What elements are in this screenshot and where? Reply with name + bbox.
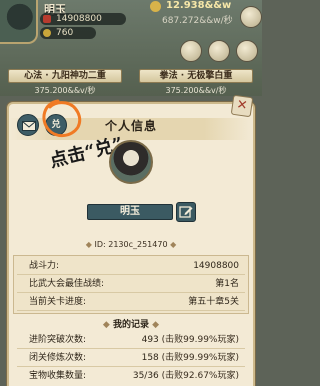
hud-jade: 760 [40, 27, 96, 39]
hud-gold: 12.938&&w [150, 0, 231, 12]
player-id-line: ◆ ID: 2130c_251470 ◆ [0, 240, 262, 249]
record-value: 158 [141, 353, 159, 363]
records-title: ◆ 我的记录 ◆ [0, 317, 262, 330]
record-percentile: (击败99.99%玩家) [161, 353, 239, 363]
record-percentile: (击败92.67%玩家) [161, 371, 239, 381]
record-key: 进阶突破次数: [29, 335, 87, 345]
records-dot-left: ◆ [102, 320, 113, 330]
stat-row-stage: 当前关卡进度: 第五十章5关 [17, 294, 245, 311]
record-value-wrap: 35/36 (击败92.67%玩家) [133, 368, 239, 385]
record-row-meditation: 闭关修炼次数: 158 (击败99.99%玩家) [17, 350, 245, 367]
record-key: 闭关修炼次数: [29, 353, 87, 363]
menu-icon-1[interactable] [180, 40, 202, 62]
record-row-treasures: 宝物收集数量: 35/36 (击败92.67%玩家) [17, 368, 245, 385]
annotation-circle [42, 99, 82, 137]
id-value: 2130c_251470 [108, 240, 168, 249]
id-dot-right: ◆ [170, 240, 177, 249]
stat-row-power: 战斗力: 14908800 [17, 258, 245, 275]
record-value-wrap: 158 (击败99.99%玩家) [142, 350, 239, 367]
hud-power: 14908800 [40, 13, 126, 25]
edit-name-button[interactable] [176, 202, 196, 222]
stat-row-tournament: 比武大会最佳战绩: 第1名 [17, 276, 245, 293]
stat-key: 战斗力: [29, 261, 60, 271]
id-label: ID: [94, 240, 106, 249]
settings-icon[interactable] [240, 6, 262, 28]
record-value: 493 [141, 335, 159, 345]
hud-gold-rate: 687.272&&w/秒 [162, 16, 233, 26]
skill-banner-2[interactable]: 拳法 · 无极擎白重 [139, 69, 253, 83]
stat-key: 当前关卡进度: [29, 297, 87, 307]
stat-key: 比武大会最佳战绩: [29, 279, 105, 289]
record-value: 35/36 [132, 371, 159, 381]
record-key: 宝物收集数量: [29, 371, 87, 381]
menu-icon-2[interactable] [208, 40, 230, 62]
stat-value: 第1名 [215, 279, 239, 289]
records-title-text: 我的记录 [112, 320, 149, 330]
player-portrait [109, 140, 153, 184]
player-avatar[interactable] [0, 0, 38, 44]
player-name-plate: 明玉 [87, 204, 173, 220]
menu-icon-3[interactable] [236, 40, 258, 62]
stat-value: 14908800 [193, 261, 239, 271]
close-button[interactable]: ✕ [230, 94, 254, 118]
record-value-wrap: 493 (击败99.99%玩家) [142, 332, 239, 349]
stat-value: 第五十章5关 [188, 297, 239, 307]
mail-icon [22, 121, 36, 131]
record-row-breakthrough: 进阶突破次数: 493 (击败99.99%玩家) [17, 332, 245, 349]
pencil-icon [179, 206, 193, 218]
records-dot-right: ◆ [152, 320, 160, 330]
skill-banner-1[interactable]: 心法 · 九阳神功二重 [8, 69, 122, 83]
record-percentile: (击败99.99%玩家) [161, 335, 239, 345]
